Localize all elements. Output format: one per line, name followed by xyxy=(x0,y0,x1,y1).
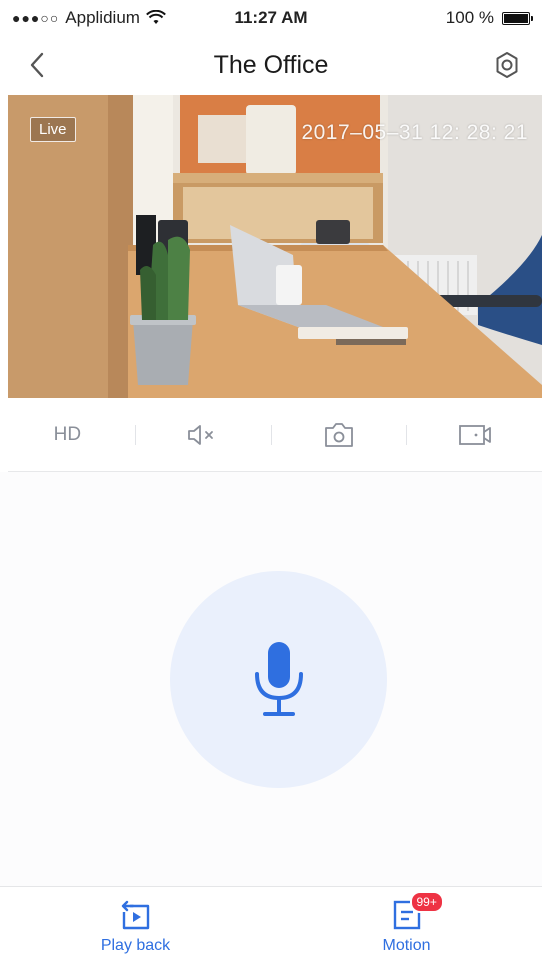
speaker-muted-icon xyxy=(188,425,214,445)
back-button[interactable] xyxy=(22,48,52,82)
page-title: The Office xyxy=(213,50,329,79)
gear-icon xyxy=(496,52,518,78)
motion-icon-wrap: 99+ xyxy=(390,891,444,931)
video-controls: HD xyxy=(0,400,542,470)
tab-bar: Play back 99+ Motion xyxy=(0,886,542,958)
video-timestamp: 2017–05–31 12: 28: 21 xyxy=(301,121,528,144)
playback-icon-wrap xyxy=(119,897,153,931)
tab-label-play-back: Play back xyxy=(100,937,171,954)
tab-motion[interactable]: 99+ Motion xyxy=(271,887,542,958)
talk-button[interactable] xyxy=(170,571,387,788)
battery-level-fill xyxy=(504,13,528,23)
mute-button[interactable] xyxy=(136,400,271,470)
record-button[interactable] xyxy=(407,400,542,470)
playback-icon xyxy=(121,900,149,930)
live-badge: Live xyxy=(30,117,76,142)
talk-area xyxy=(0,472,542,886)
notification-badge: 99+ xyxy=(409,891,444,913)
tab-play-back[interactable]: Play back xyxy=(0,887,271,958)
status-time: 11:27 AM xyxy=(234,8,308,27)
live-video-feed[interactable]: Live 2017–05–31 12: 28: 21 xyxy=(8,95,542,398)
battery-icon xyxy=(502,11,533,25)
tab-label-motion: Motion xyxy=(382,937,431,954)
status-bar: ●●●○○ Applidium 11:27 AM 100 % xyxy=(0,0,542,36)
nav-bar: The Office xyxy=(0,36,542,94)
microphone-icon xyxy=(254,641,303,716)
hd-label: HD xyxy=(53,424,82,445)
camera-icon xyxy=(324,423,353,447)
hd-toggle-button[interactable]: HD xyxy=(0,400,135,470)
chevron-left-icon xyxy=(30,52,44,78)
video-record-icon xyxy=(458,425,491,445)
snapshot-button[interactable] xyxy=(272,400,407,470)
settings-button[interactable] xyxy=(490,48,524,82)
